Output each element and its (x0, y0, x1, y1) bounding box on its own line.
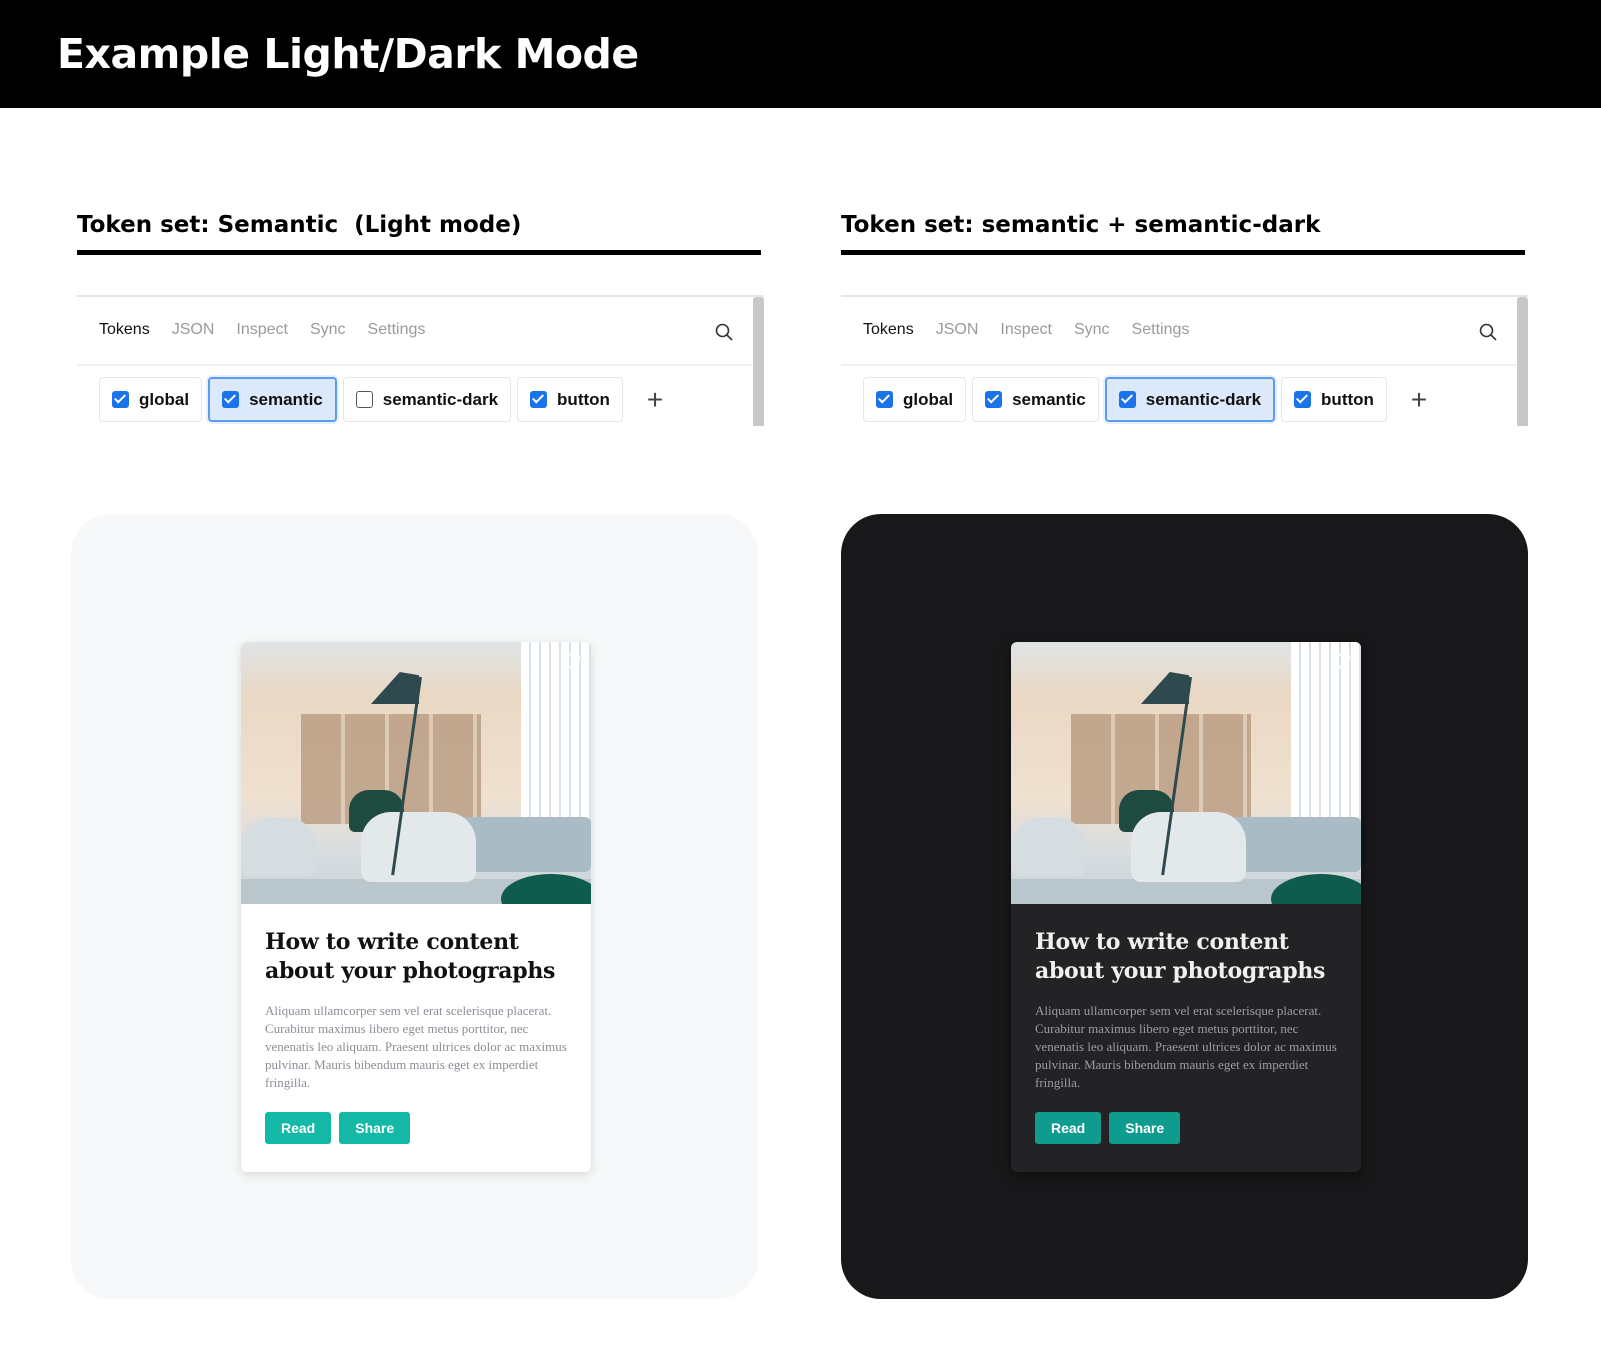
tab-bar: Tokens JSON Inspect Sync Settings (99, 321, 425, 339)
checkbox[interactable] (530, 391, 548, 408)
section-rule (841, 250, 1525, 255)
card-text: Aliquam ullamcorper sem vel erat sceleri… (1035, 1003, 1337, 1090)
divider (77, 364, 752, 366)
tab-inspect[interactable]: Inspect (1000, 321, 1052, 339)
section-title: Token set: Semantic (Light mode) (77, 212, 522, 238)
section-rule (77, 250, 761, 255)
checkbox[interactable] (1294, 391, 1312, 408)
token-set-label: button (557, 389, 610, 409)
token-set-label: semantic (249, 389, 323, 409)
search-icon[interactable] (1478, 322, 1498, 342)
tab-bar: Tokens JSON Inspect Sync Settings (863, 321, 1189, 339)
tab-tokens[interactable]: Tokens (99, 321, 150, 339)
token-set-button[interactable]: button (517, 377, 623, 422)
tab-inspect[interactable]: Inspect (236, 321, 288, 339)
token-set-label: semantic-dark (382, 389, 499, 409)
page-header: Example Light/Dark Mode (0, 0, 1601, 108)
heart-icon[interactable] (1331, 652, 1351, 670)
search-icon[interactable] (714, 322, 734, 342)
light-preview: How to write content about your photogra… (71, 514, 758, 1299)
token-set-semantic-dark[interactable]: semantic-dark (342, 377, 512, 422)
card-photo (241, 642, 591, 904)
plus-icon[interactable]: + (647, 384, 663, 416)
token-set-global[interactable]: global (863, 377, 967, 422)
tab-tokens[interactable]: Tokens (863, 321, 914, 339)
tab-settings[interactable]: Settings (368, 321, 426, 339)
share-button[interactable]: Share (339, 1112, 411, 1144)
token-set-label: semantic-dark (1145, 389, 1262, 409)
checkbox[interactable] (355, 391, 373, 408)
checkbox[interactable] (222, 391, 240, 408)
tokens-panel: Tokens JSON Inspect Sync Settings global… (841, 295, 1528, 426)
tokens-panel: Tokens JSON Inspect Sync Settings global… (77, 295, 764, 426)
token-set-label: global (139, 389, 190, 409)
dark-preview: How to write content about your photogra… (841, 514, 1528, 1299)
scrollbar[interactable] (1517, 297, 1528, 426)
tab-settings[interactable]: Settings (1132, 321, 1190, 339)
token-set-list: global semantic semantic-dark button + (863, 377, 1427, 422)
article-card: How to write content about your photogra… (241, 642, 591, 1172)
card-text: Aliquam ullamcorper sem vel erat sceleri… (265, 1003, 567, 1090)
token-set-global[interactable]: global (99, 377, 203, 422)
card-title: How to write content about your photogra… (1035, 929, 1326, 984)
token-set-label: semantic (1012, 389, 1086, 409)
heart-icon[interactable] (561, 652, 581, 670)
card-photo (1011, 642, 1361, 904)
checkbox[interactable] (1118, 391, 1136, 408)
article-card: How to write content about your photogra… (1011, 642, 1361, 1172)
token-set-semantic[interactable]: semantic (208, 377, 337, 422)
scrollbar[interactable] (753, 297, 764, 426)
section-title: Token set: semantic + semantic-dark (841, 212, 1321, 238)
plus-icon[interactable]: + (1411, 384, 1427, 416)
divider (841, 364, 1516, 366)
token-set-semantic-dark[interactable]: semantic-dark (1104, 377, 1276, 422)
checkbox[interactable] (112, 391, 129, 408)
share-button[interactable]: Share (1109, 1112, 1181, 1144)
checkbox[interactable] (985, 391, 1003, 408)
page-title: Example Light/Dark Mode (57, 30, 639, 78)
token-set-label: button (1321, 389, 1374, 409)
token-set-label: global (903, 389, 954, 409)
tab-json[interactable]: JSON (172, 321, 215, 339)
tab-sync[interactable]: Sync (310, 321, 346, 339)
tab-sync[interactable]: Sync (1074, 321, 1110, 339)
checkbox[interactable] (876, 391, 893, 408)
token-set-semantic[interactable]: semantic (972, 377, 1099, 422)
tab-json[interactable]: JSON (936, 321, 979, 339)
read-button[interactable]: Read (1035, 1112, 1102, 1144)
token-set-button[interactable]: button (1281, 377, 1387, 422)
token-set-list: global semantic semantic-dark button + (99, 377, 663, 422)
read-button[interactable]: Read (265, 1112, 332, 1144)
card-title: How to write content about your photogra… (265, 929, 556, 984)
